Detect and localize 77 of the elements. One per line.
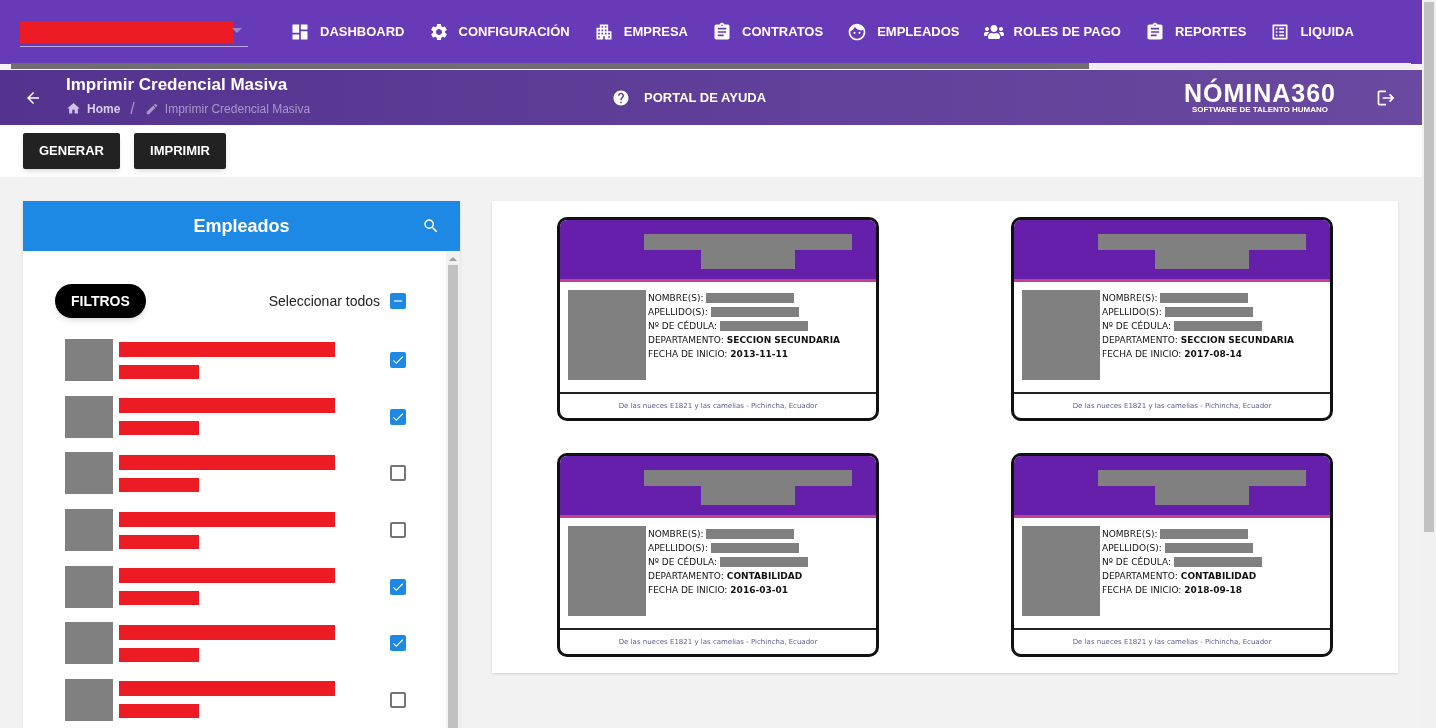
avatar-placeholder xyxy=(65,395,113,438)
gear-icon xyxy=(428,22,449,42)
field-label: DEPARTAMENTO: xyxy=(648,570,724,582)
nav-item[interactable]: CONFIGURACIÓN xyxy=(428,22,570,42)
home-icon xyxy=(66,101,81,116)
checkbox[interactable] xyxy=(390,578,406,595)
field-label: NOMBRE(S): xyxy=(648,528,704,540)
checkbox[interactable] xyxy=(390,522,406,538)
field-value: 2013-11-11 xyxy=(730,348,788,360)
avatar-placeholder xyxy=(65,565,113,608)
avatar-placeholder xyxy=(65,339,113,382)
pencil-icon xyxy=(144,101,159,116)
page-title: Imprimir Credencial Masiva xyxy=(66,74,289,95)
filter-button[interactable]: FILTROS xyxy=(55,284,146,318)
scrollbar[interactable] xyxy=(446,251,460,728)
avatar-placeholder xyxy=(65,452,113,495)
avatar-placeholder xyxy=(65,678,113,721)
field-label: APELLIDO(S): xyxy=(648,542,708,554)
field-label: Nº DE CÉDULA: xyxy=(1102,320,1172,332)
breadcrumb-separator: / xyxy=(130,98,135,119)
field-value: SECCION SECUNDARIA xyxy=(1180,334,1295,346)
checkbox[interactable] xyxy=(390,293,406,309)
field-label: DEPARTAMENTO: xyxy=(648,334,724,346)
caret-icon xyxy=(232,28,242,33)
checkbox[interactable] xyxy=(390,408,406,425)
field-label: NOMBRE(S): xyxy=(1102,292,1158,304)
scroll-up-icon xyxy=(449,257,457,261)
logo-tagline: SOFTWARE DE TALENTO HUMANO xyxy=(1191,105,1329,114)
checkbox[interactable] xyxy=(390,635,406,652)
nav-item[interactable]: DASHBOARD xyxy=(290,22,405,42)
checkbox[interactable] xyxy=(390,465,406,482)
clipboard-icon xyxy=(712,22,732,42)
grid-icon xyxy=(290,22,310,42)
field-label: APELLIDO(S): xyxy=(1102,542,1162,554)
scroll-thumb[interactable] xyxy=(1424,2,1434,532)
field-label: APELLIDO(S): xyxy=(648,306,708,318)
avatar-placeholder xyxy=(65,509,113,551)
field-value: 2018-09-18 xyxy=(1184,584,1242,596)
panel-title: Empleados xyxy=(193,214,290,238)
field-value: CONTABILIDAD xyxy=(1180,570,1257,582)
field-label: Nº DE CÉDULA: xyxy=(648,556,718,568)
field-label: FECHA DE INICIO: xyxy=(1102,348,1182,360)
people-icon xyxy=(983,22,1004,42)
scroll-thumb[interactable] xyxy=(448,265,458,728)
field-label: NOMBRE(S): xyxy=(648,292,704,304)
field-label: FECHA DE INICIO: xyxy=(1102,584,1182,596)
field-label: Nº DE CÉDULA: xyxy=(648,320,718,332)
avatar-placeholder xyxy=(65,622,113,665)
list-icon xyxy=(1270,22,1291,42)
field-value: CONTABILIDAD xyxy=(726,570,803,582)
field-value: 2016-03-01 xyxy=(730,584,788,596)
field-label: DEPARTAMENTO: xyxy=(1102,570,1178,582)
field-label: Nº DE CÉDULA: xyxy=(1102,556,1172,568)
field-label: NOMBRE(S): xyxy=(1102,528,1158,540)
breadcrumb-link[interactable]: Home xyxy=(87,99,121,118)
nav-item[interactable]: REPORTES xyxy=(1144,22,1247,42)
toolbar-button[interactable]: GENERAR xyxy=(23,133,120,169)
field-value: 2017-08-14 xyxy=(1184,348,1242,360)
toolbar-button[interactable]: IMPRIMIR xyxy=(134,133,226,169)
field-label: DEPARTAMENTO: xyxy=(1102,334,1178,346)
search-icon[interactable] xyxy=(422,217,440,235)
nav-item[interactable]: CONTRATOS xyxy=(712,22,824,42)
face-icon xyxy=(847,22,868,42)
nav-item[interactable]: ROLES DE PAGO xyxy=(983,22,1121,42)
select-all-label: Seleccionar todos xyxy=(268,291,380,311)
nav-item[interactable]: EMPLEADOS xyxy=(847,22,960,42)
checkbox[interactable] xyxy=(390,352,406,369)
checkbox[interactable] xyxy=(390,691,406,708)
field-label: APELLIDO(S): xyxy=(1102,306,1162,318)
breadcrumb-current: Imprimir Credencial Masiva xyxy=(164,100,311,118)
help-icon xyxy=(612,88,630,107)
nav-item[interactable]: EMPRESA xyxy=(593,22,688,42)
help-link[interactable]: PORTAL DE AYUDA xyxy=(612,87,767,108)
nav-item[interactable]: LIQUIDA xyxy=(1270,22,1354,42)
field-value: SECCION SECUNDARIA xyxy=(726,334,841,346)
field-label: FECHA DE INICIO: xyxy=(648,348,728,360)
field-label: FECHA DE INICIO: xyxy=(648,584,728,596)
